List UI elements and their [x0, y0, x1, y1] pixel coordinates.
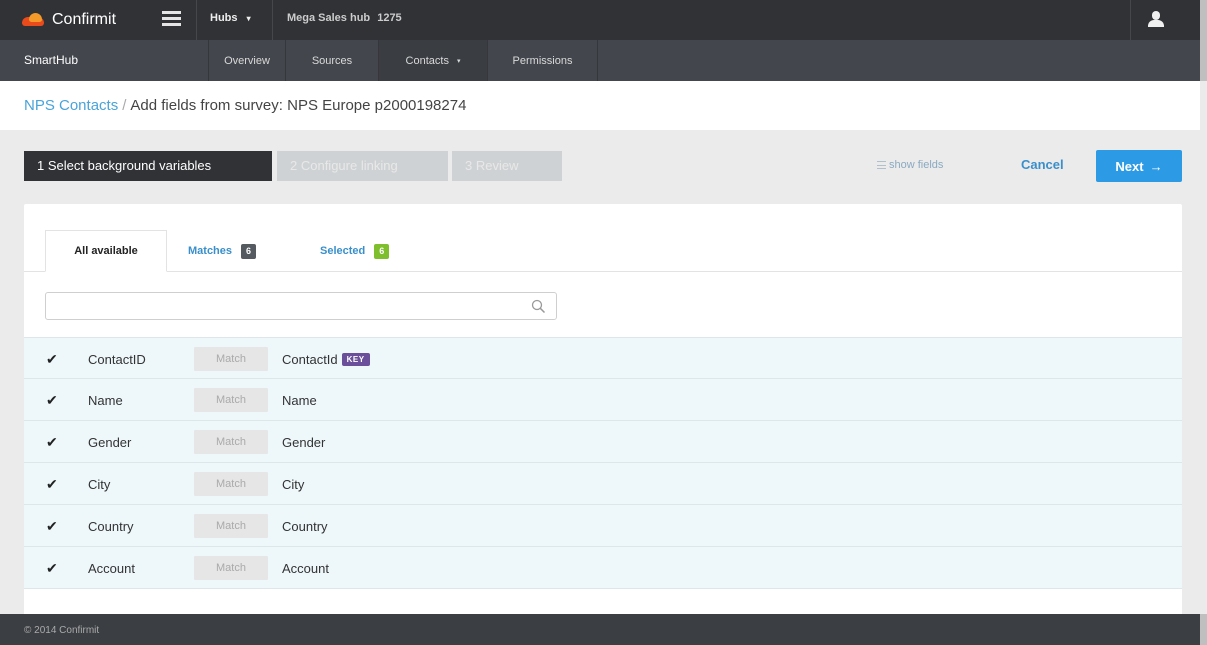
breadcrumb-current: Add fields from survey: NPS Europe p2000… — [130, 97, 467, 114]
nav-label: Overview — [224, 54, 270, 67]
checkmark-icon[interactable]: ✔ — [46, 477, 60, 491]
checkmark-icon[interactable]: ✔ — [46, 519, 60, 533]
list-item[interactable]: ✔ City Match City — [24, 463, 1182, 505]
key-badge: KEY — [341, 353, 370, 366]
nav-contacts[interactable]: Contacts ▾ — [379, 40, 487, 81]
search-icon[interactable] — [531, 299, 546, 314]
tab-selected[interactable]: Selected 6 — [320, 230, 390, 272]
chevron-down-icon: ▾ — [456, 57, 461, 65]
user-icon[interactable] — [1148, 11, 1164, 28]
target-field-name: Account — [282, 561, 329, 576]
match-button[interactable]: Match — [194, 472, 268, 496]
hub-id: 1275 — [377, 12, 402, 24]
breadcrumb: NPS Contacts / Add fields from survey: NPS… — [0, 81, 1200, 130]
target-field-name: ContactId — [282, 352, 338, 367]
hubs-dropdown[interactable]: Hubs ▾ — [210, 12, 251, 24]
search-field[interactable] — [45, 292, 557, 320]
nav-sources[interactable]: Sources — [286, 40, 378, 81]
matches-count-badge: 6 — [241, 243, 257, 259]
source-field-name: Account — [88, 561, 135, 576]
tab-label: All available — [74, 245, 138, 257]
sub-navbar: SmartHub Overview Sources Contacts ▾ Perm… — [0, 40, 1207, 81]
current-hub: Mega Sales hub 1275 — [287, 12, 402, 24]
target-field-name: Gender — [282, 435, 326, 450]
next-label: Next — [1115, 158, 1144, 174]
hubs-label: Hubs — [210, 12, 238, 24]
match-button[interactable]: Match — [194, 430, 268, 454]
checkmark-icon[interactable]: ✔ — [46, 561, 60, 575]
match-button[interactable]: Match — [194, 556, 268, 580]
nav-label: Permissions — [512, 54, 573, 67]
show-fields-toggle[interactable]: show fields — [877, 159, 943, 171]
tab-matches[interactable]: Matches 6 — [188, 230, 257, 272]
checkmark-icon[interactable]: ✔ — [46, 393, 60, 407]
nav-label: Sources — [311, 54, 353, 67]
match-button[interactable]: Match — [194, 388, 268, 412]
cancel-button[interactable]: Cancel — [1021, 157, 1064, 172]
show-fields-label: show fields — [889, 159, 944, 171]
checkmark-icon[interactable]: ✔ — [46, 435, 60, 449]
field-list: ✔ ContactID Match ContactId KEY ✔ Name M… — [24, 337, 1182, 589]
target-field-name: Country — [282, 519, 328, 534]
match-button[interactable]: Match — [194, 514, 268, 538]
divider — [196, 0, 197, 40]
fields-panel: All available Matches 6 Selected 6 ✔ Con… — [24, 204, 1182, 621]
nav-overview[interactable]: Overview — [209, 40, 285, 81]
arrow-right-icon: → — [1149, 158, 1163, 174]
target-field-name: Name — [282, 393, 317, 408]
source-field-name: Country — [88, 519, 134, 534]
search-input[interactable] — [54, 297, 524, 315]
divider — [272, 0, 273, 40]
step-select-background-variables[interactable]: 1 Select background variables — [24, 151, 272, 181]
next-button[interactable]: Next → — [1096, 150, 1182, 182]
nav-label: Contacts — [405, 54, 449, 67]
divider — [1130, 0, 1131, 40]
divider — [597, 40, 598, 81]
selected-count-badge: 6 — [374, 243, 390, 259]
list-icon — [877, 161, 886, 169]
hamburger-menu-icon[interactable] — [162, 11, 181, 27]
confirmit-logo-icon — [22, 13, 44, 27]
list-item[interactable]: ✔ Account Match Account — [24, 547, 1182, 589]
tab-label: Matches — [188, 245, 233, 257]
list-item[interactable]: ✔ Name Match Name — [24, 379, 1182, 421]
match-button[interactable]: Match — [194, 347, 268, 371]
breadcrumb-separator: / — [122, 97, 127, 114]
step-review[interactable]: 3 Review — [452, 151, 562, 181]
top-navbar: Confirmit Hubs ▾ Mega Sales hub 1275 — [0, 0, 1207, 40]
smarthub-title: SmartHub — [24, 53, 79, 67]
chevron-down-icon: ▾ — [246, 14, 251, 23]
hub-name: Mega Sales hub — [287, 12, 371, 24]
copyright: © 2014 Confirmit — [24, 625, 100, 636]
confirmit-logo[interactable]: Confirmit — [22, 8, 116, 32]
breadcrumb-link-nps-contacts[interactable]: NPS Contacts — [24, 97, 118, 114]
checkmark-icon[interactable]: ✔ — [46, 352, 60, 366]
source-field-name: Gender — [88, 435, 132, 450]
target-field-name: City — [282, 477, 305, 492]
list-item[interactable]: ✔ ContactID Match ContactId KEY — [24, 337, 1182, 379]
source-field-name: ContactID — [88, 352, 146, 367]
source-field-name: Name — [88, 393, 123, 408]
tab-label: Selected — [320, 245, 366, 257]
list-item[interactable]: ✔ Gender Match Gender — [24, 421, 1182, 463]
source-field-name: City — [88, 477, 111, 492]
list-item[interactable]: ✔ Country Match Country — [24, 505, 1182, 547]
tab-all-available[interactable]: All available — [45, 230, 167, 272]
target-field: ContactId KEY — [282, 352, 370, 367]
nav-permissions[interactable]: Permissions — [488, 40, 597, 81]
step-configure-linking[interactable]: 2 Configure linking — [277, 151, 448, 181]
footer: © 2014 Confirmit — [0, 614, 1207, 645]
brand-name: Confirmit — [52, 11, 117, 28]
